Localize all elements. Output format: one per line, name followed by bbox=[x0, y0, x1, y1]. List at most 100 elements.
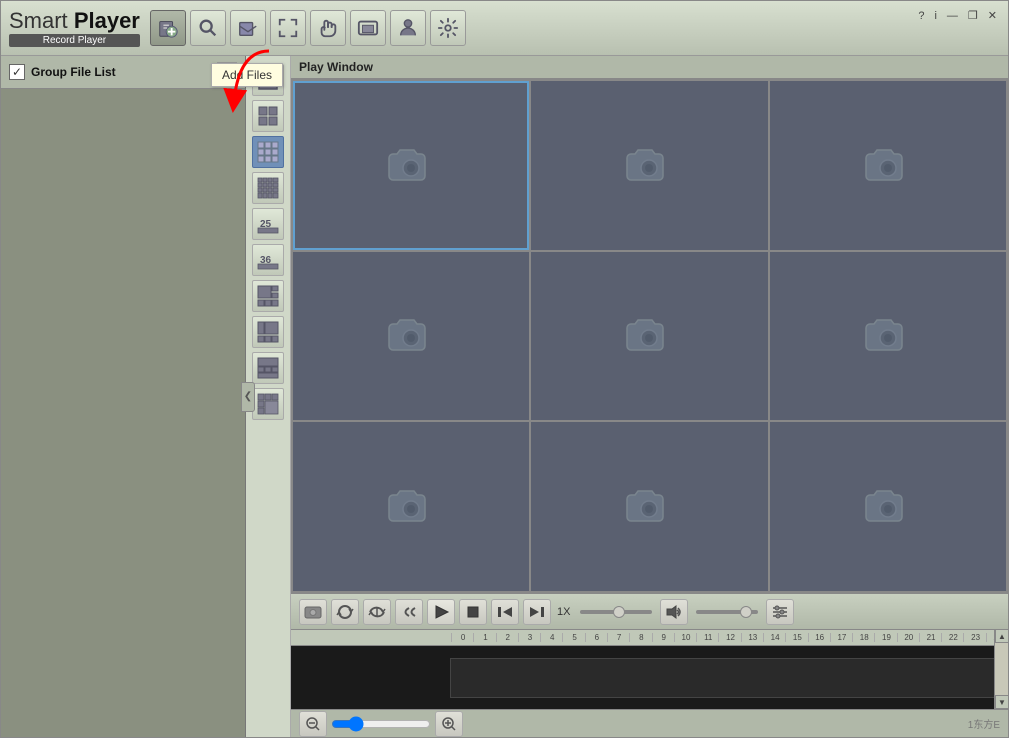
person-button[interactable] bbox=[390, 10, 426, 46]
video-cell-2[interactable] bbox=[770, 81, 1006, 250]
rewind-button[interactable] bbox=[395, 599, 423, 625]
video-cell-3[interactable] bbox=[293, 252, 529, 421]
video-cell-6[interactable] bbox=[293, 422, 529, 591]
ruler-mark-15: 15 bbox=[785, 633, 807, 642]
ruler-mark-2: 2 bbox=[496, 633, 518, 642]
open-file-button[interactable] bbox=[230, 10, 266, 46]
settings-icon bbox=[437, 17, 459, 39]
zoom-out-button[interactable] bbox=[299, 711, 327, 737]
search-icon bbox=[197, 17, 219, 39]
play-button[interactable] bbox=[427, 599, 455, 625]
controls-bar: 1X bbox=[291, 593, 1008, 629]
timeline-wrapper: 0 1 2 3 4 5 6 7 8 9 10 11 12 bbox=[291, 629, 1008, 709]
close-button[interactable]: ✕ bbox=[985, 9, 1000, 22]
person-icon bbox=[397, 17, 419, 39]
scrollbar-up-button[interactable]: ▲ bbox=[995, 629, 1008, 643]
timeline-scrollbar[interactable]: ▲ ▼ bbox=[994, 629, 1008, 709]
app-title-smart: Smart bbox=[9, 8, 68, 33]
loop-icon bbox=[336, 604, 354, 620]
snapshot-icon bbox=[304, 604, 322, 620]
layout-25-button[interactable]: 25 bbox=[252, 208, 284, 240]
sync-button[interactable] bbox=[363, 599, 391, 625]
zoom-out-icon bbox=[305, 716, 321, 732]
layout-3x3-icon bbox=[257, 141, 279, 163]
app-subtitle: Record Player bbox=[9, 34, 140, 47]
help-button[interactable]: ? bbox=[915, 10, 927, 22]
ruler-mark-23: 23 bbox=[963, 633, 985, 642]
settings-button[interactable] bbox=[430, 10, 466, 46]
sidebar-title: Group File List bbox=[31, 65, 211, 79]
prev-frame-icon bbox=[496, 604, 514, 620]
timeline-area: 0 1 2 3 4 5 6 7 8 9 10 11 12 bbox=[291, 629, 1008, 709]
toolbar bbox=[150, 10, 1000, 46]
ruler-mark-4: 4 bbox=[540, 633, 562, 642]
layout-mixed3-button[interactable] bbox=[252, 352, 284, 384]
ruler-mark-7: 7 bbox=[607, 633, 629, 642]
app-window: Smart Player Record Player bbox=[0, 0, 1009, 738]
info-button[interactable]: i bbox=[931, 10, 939, 22]
video-cell-7[interactable] bbox=[531, 422, 767, 591]
ruler-mark-11: 11 bbox=[696, 633, 718, 642]
layout-mixed4-icon bbox=[257, 393, 279, 415]
search-button[interactable] bbox=[190, 10, 226, 46]
video-cell-0[interactable] bbox=[293, 81, 529, 250]
volume-icon bbox=[665, 604, 683, 620]
ruler-mark-14: 14 bbox=[763, 633, 785, 642]
add-files-icon bbox=[157, 17, 179, 39]
layout-4x4-button[interactable] bbox=[252, 172, 284, 204]
zoom-slider[interactable] bbox=[331, 716, 431, 732]
video-cell-5[interactable] bbox=[770, 252, 1006, 421]
group-file-checkbox[interactable] bbox=[9, 64, 25, 80]
scrollbar-track bbox=[995, 643, 1008, 695]
volume-slider[interactable] bbox=[692, 604, 762, 620]
layout-mixed2-icon bbox=[257, 321, 279, 343]
speed-slider[interactable] bbox=[576, 604, 656, 620]
timeline-track[interactable] bbox=[450, 658, 1004, 698]
fit-button[interactable] bbox=[350, 10, 386, 46]
ruler-mark-18: 18 bbox=[852, 633, 874, 642]
rewind-icon bbox=[400, 604, 418, 620]
audio-settings-button[interactable] bbox=[766, 599, 794, 625]
add-files-button[interactable] bbox=[150, 10, 186, 46]
restore-button[interactable]: ❐ bbox=[965, 9, 981, 22]
camera-icon-3 bbox=[387, 310, 435, 361]
layout-mixed2-button[interactable] bbox=[252, 316, 284, 348]
video-cell-4[interactable] bbox=[531, 252, 767, 421]
ruler-mark-12: 12 bbox=[718, 633, 740, 642]
bottom-bar: 1东方E bbox=[291, 709, 1008, 737]
sync-icon bbox=[368, 604, 386, 620]
layout-36-button[interactable]: 36 bbox=[252, 244, 284, 276]
open-file-icon bbox=[237, 17, 259, 39]
layout-36-icon: 36 bbox=[257, 249, 279, 271]
camera-icon-6 bbox=[387, 481, 435, 532]
ruler-mark-16: 16 bbox=[808, 633, 830, 642]
minimize-button[interactable]: — bbox=[944, 10, 961, 22]
video-grid bbox=[291, 79, 1008, 593]
ruler-mark-21: 21 bbox=[919, 633, 941, 642]
video-cell-1[interactable] bbox=[531, 81, 767, 250]
volume-button[interactable] bbox=[660, 599, 688, 625]
video-cell-8[interactable] bbox=[770, 422, 1006, 591]
play-window-header: Play Window bbox=[291, 56, 1008, 79]
fit-icon bbox=[357, 17, 379, 39]
prev-frame-button[interactable] bbox=[491, 599, 519, 625]
layout-mixed4-button[interactable] bbox=[252, 388, 284, 420]
hand-icon bbox=[317, 17, 339, 39]
zoom-in-button[interactable] bbox=[435, 711, 463, 737]
ruler-mark-8: 8 bbox=[629, 633, 651, 642]
sidebar-collapse-handle[interactable]: ❮ bbox=[241, 382, 255, 412]
fullscreen-button[interactable] bbox=[270, 10, 306, 46]
snapshot-button[interactable] bbox=[299, 599, 327, 625]
stop-button[interactable] bbox=[459, 599, 487, 625]
loop-button[interactable] bbox=[331, 599, 359, 625]
window-controls: ? i — ❐ ✕ bbox=[915, 9, 1000, 22]
speed-label: 1X bbox=[557, 606, 570, 618]
ruler-mark-20: 20 bbox=[897, 633, 919, 642]
scrollbar-down-button[interactable]: ▼ bbox=[995, 695, 1008, 709]
next-frame-button[interactable] bbox=[523, 599, 551, 625]
layout-3x3-button[interactable] bbox=[252, 136, 284, 168]
camera-icon-1 bbox=[625, 140, 673, 191]
timeline-content[interactable] bbox=[291, 646, 1008, 709]
hand-button[interactable] bbox=[310, 10, 346, 46]
layout-mixed1-button[interactable] bbox=[252, 280, 284, 312]
